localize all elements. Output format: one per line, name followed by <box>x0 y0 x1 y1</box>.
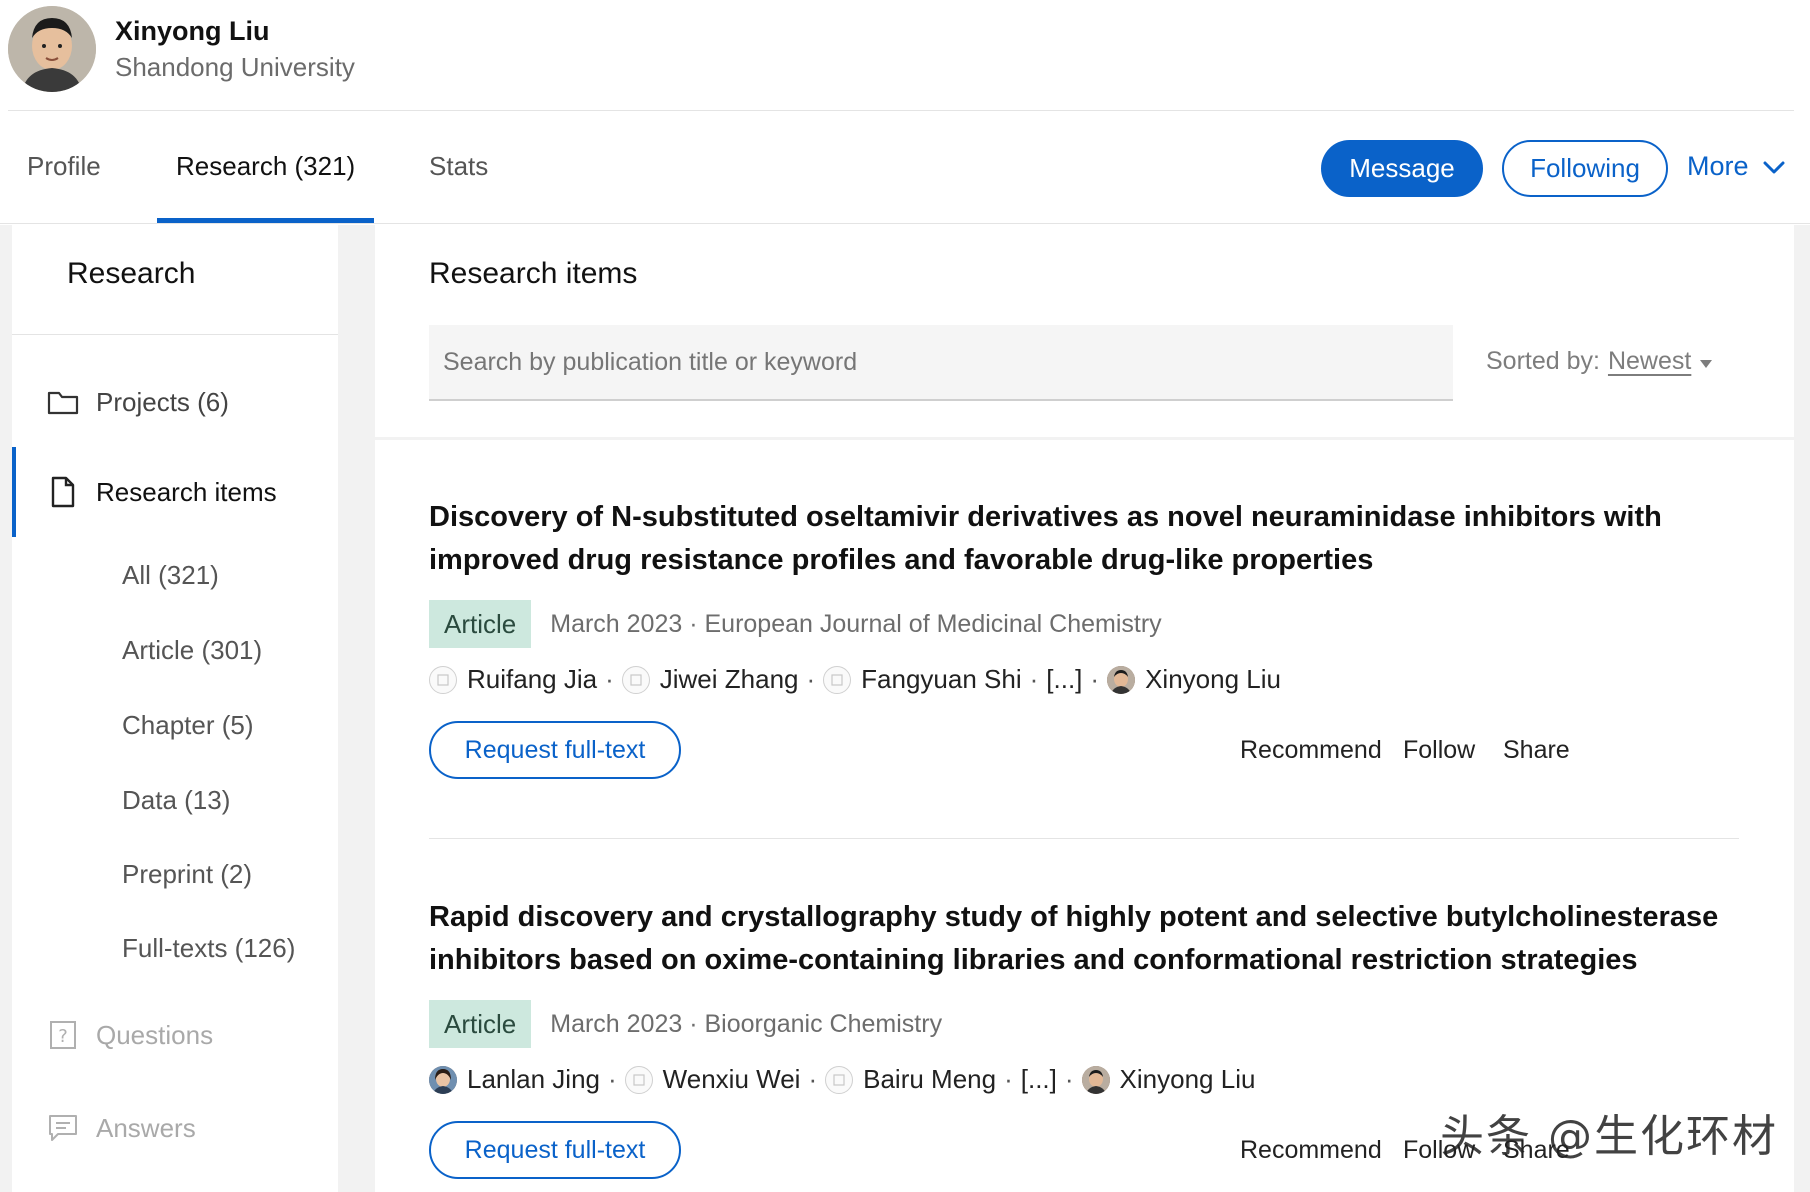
author-placeholder-icon <box>823 665 852 694</box>
sidebar-item-label: Questions <box>96 1019 214 1050</box>
profile-institution[interactable]: Shandong University <box>115 52 355 83</box>
profile-avatar[interactable] <box>8 6 96 92</box>
sort-control[interactable]: Sorted by: Newest <box>1486 347 1713 376</box>
author-avatar <box>1081 1065 1110 1094</box>
item-divider <box>429 838 1739 839</box>
search-box <box>429 325 1453 401</box>
author-placeholder-icon <box>621 665 650 694</box>
folder-icon <box>46 385 80 419</box>
more-label: More <box>1687 151 1749 181</box>
sidebar-subitem-preprint[interactable]: Preprint (2) <box>122 859 252 890</box>
section-title: Research items <box>429 257 638 290</box>
question-icon: ? <box>46 1018 80 1052</box>
author-name[interactable]: Xinyong Liu <box>1145 664 1281 695</box>
author-name[interactable]: Lanlan Jing <box>467 1064 600 1095</box>
sidebar-item-answers[interactable]: Answers <box>12 1108 338 1148</box>
svg-text:?: ? <box>58 1026 68 1047</box>
author-name[interactable]: Bairu Meng <box>863 1064 996 1095</box>
more-button[interactable]: More <box>1687 151 1785 182</box>
item-authors: Lanlan Jing · Wenxiu Wei · Bairu Meng · [..… <box>429 1064 1739 1095</box>
document-icon <box>46 475 80 509</box>
item-type-badge: Article <box>429 600 532 648</box>
sidebar-item-questions[interactable]: ? Questions <box>12 1015 338 1055</box>
research-item: Discovery of N-substituted oseltamivir d… <box>429 496 1739 781</box>
caret-down-icon <box>1699 347 1713 376</box>
sidebar-subitem-article[interactable]: Article (301) <box>122 635 262 666</box>
sidebar-subitem-data[interactable]: Data (13) <box>122 785 230 816</box>
item-meta: March 2023 · Bioorganic Chemistry <box>550 1009 943 1038</box>
profile-header: Xinyong Liu Shandong University <box>0 0 1810 112</box>
active-tab-indicator <box>157 218 374 223</box>
sidebar-title: Research <box>67 257 196 290</box>
sidebar-item-label: Research items <box>96 476 277 507</box>
share-button[interactable]: Share <box>1503 736 1570 765</box>
sidebar-subitem-fulltexts[interactable]: Full-texts (126) <box>122 933 295 964</box>
authors-ellipsis[interactable]: [...] <box>1046 664 1082 695</box>
sort-value[interactable]: Newest <box>1608 347 1691 376</box>
item-authors: Ruifang Jia · Jiwei Zhang · Fangyuan Shi · … <box>429 664 1739 695</box>
following-button[interactable]: Following <box>1502 140 1668 197</box>
tab-research[interactable]: Research (321) <box>176 151 355 182</box>
author-name[interactable]: Wenxiu Wei <box>663 1064 801 1095</box>
author-placeholder-icon <box>429 665 457 694</box>
sidebar-item-label: Projects (6) <box>96 386 229 417</box>
chevron-down-icon <box>1763 151 1785 182</box>
message-button[interactable]: Message <box>1321 140 1483 197</box>
watermark: 头条 @生化环材 <box>1440 1111 1778 1162</box>
author-name[interactable]: Xinyong Liu <box>1120 1064 1256 1095</box>
sidebar-item-projects[interactable]: Projects (6) <box>12 382 338 422</box>
recommend-button[interactable]: Recommend <box>1240 1136 1382 1165</box>
sidebar-item-label: Answers <box>96 1112 196 1143</box>
profile-tabs: Profile Research (321) Stats Message Fol… <box>0 111 1810 224</box>
follow-button[interactable]: Follow <box>1403 736 1475 765</box>
sidebar-subitem-all[interactable]: All (321) <box>122 560 219 591</box>
item-title[interactable]: Discovery of N-substituted oseltamivir d… <box>429 496 1739 582</box>
item-meta: March 2023 · European Journal of Medicin… <box>550 609 1162 638</box>
author-name[interactable]: Jiwei Zhang <box>660 664 799 695</box>
tab-stats[interactable]: Stats <box>429 151 488 182</box>
item-title[interactable]: Rapid discovery and crystallography stud… <box>429 896 1739 982</box>
recommend-button[interactable]: Recommend <box>1240 736 1382 765</box>
item-type-badge: Article <box>429 1000 532 1048</box>
authors-ellipsis[interactable]: [...] <box>1021 1064 1057 1095</box>
research-items-header: Research items Sorted by: Newest <box>375 225 1794 437</box>
sidebar-item-research-items[interactable]: Research items <box>12 447 338 537</box>
search-input[interactable] <box>443 347 1453 377</box>
author-name[interactable]: Ruifang Jia <box>467 664 597 695</box>
author-avatar <box>1107 665 1136 694</box>
sidebar-subitem-chapter[interactable]: Chapter (5) <box>122 710 254 741</box>
sort-label: Sorted by: <box>1486 347 1600 375</box>
author-placeholder-icon <box>624 1065 653 1094</box>
research-sidebar: Research Projects (6) Research items All… <box>12 225 338 1192</box>
profile-name[interactable]: Xinyong Liu <box>115 16 270 47</box>
author-placeholder-icon <box>825 1065 854 1094</box>
tab-profile[interactable]: Profile <box>27 151 101 182</box>
author-name[interactable]: Fangyuan Shi <box>861 664 1021 695</box>
comment-icon <box>46 1111 80 1145</box>
research-items-list: Discovery of N-substituted oseltamivir d… <box>375 440 1794 1192</box>
request-fulltext-button[interactable]: Request full-text <box>429 721 681 779</box>
request-fulltext-button[interactable]: Request full-text <box>429 1121 681 1179</box>
author-avatar <box>429 1065 457 1094</box>
sidebar-divider <box>12 334 338 335</box>
